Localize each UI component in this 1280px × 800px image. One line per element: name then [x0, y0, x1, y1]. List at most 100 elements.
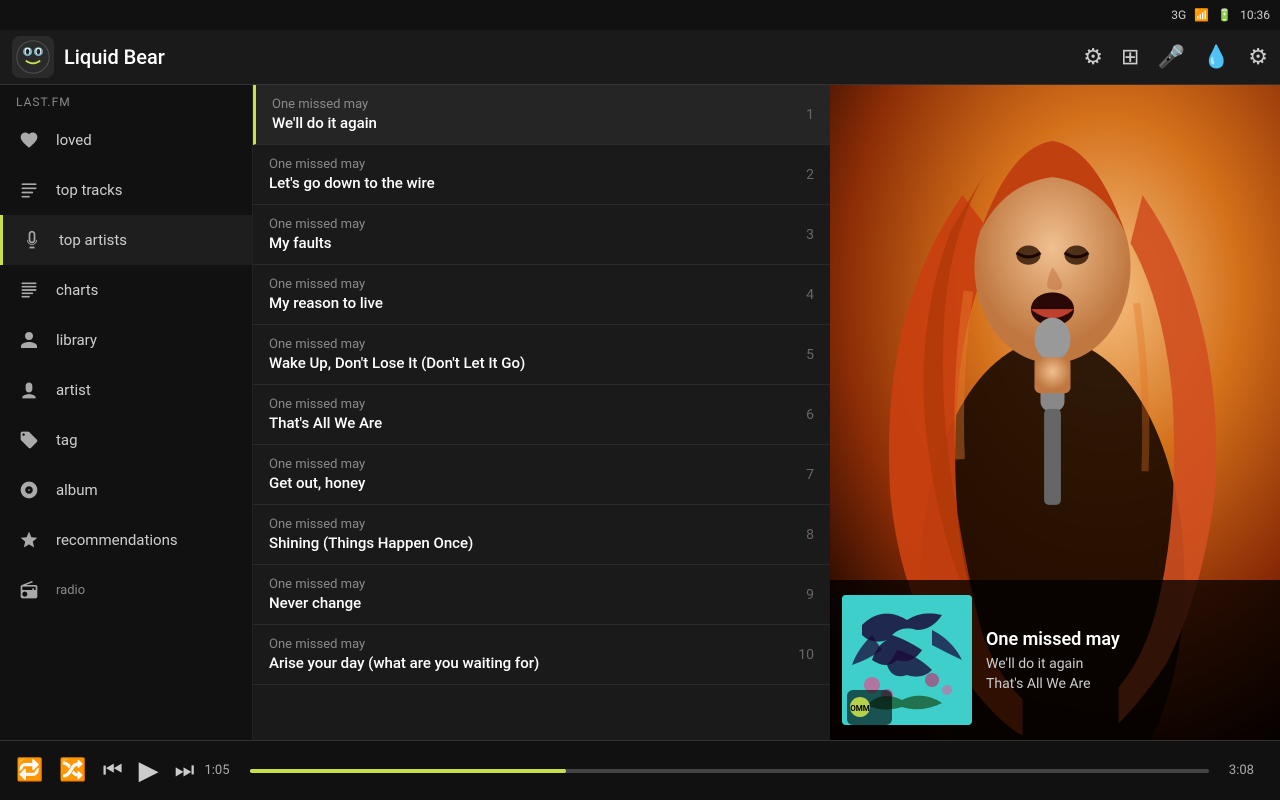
album-icon	[16, 477, 42, 503]
track-number: 10	[784, 647, 814, 663]
sidebar-tag-label: tag	[56, 431, 78, 449]
track-artist: One missed may	[269, 217, 784, 232]
progress-fill	[250, 769, 567, 773]
track-artist: One missed may	[269, 577, 784, 592]
sidebar-item-radio[interactable]: radio	[0, 565, 252, 615]
track-number: 4	[784, 287, 814, 303]
track-name: My reason to live	[269, 294, 784, 312]
bottom-bar: 🔁 🔀 ⏮ ▶ ⏭ 1:05 3:08	[0, 740, 1280, 800]
np-track2: That's All We Are	[986, 676, 1268, 692]
signal-bars: 📶	[1194, 8, 1209, 22]
sidebar-section-header: Last.fm	[0, 85, 252, 115]
track-row-7[interactable]: One missed may Get out, honey 7	[253, 445, 830, 505]
mic-icon[interactable]: 🎤	[1157, 45, 1184, 70]
track-number: 6	[784, 407, 814, 423]
np-info: One missed may We'll do it again That's …	[986, 629, 1268, 692]
track-row-9[interactable]: One missed may Never change 9	[253, 565, 830, 625]
track-name: Shining (Things Happen Once)	[269, 534, 784, 552]
header-icons: ⚙ ⊞ 🎤 💧 ⚙	[1083, 45, 1268, 70]
sidebar-item-artist[interactable]: artist	[0, 365, 252, 415]
track-info: One missed may Let's go down to the wire	[269, 157, 784, 192]
sidebar-item-top-artists[interactable]: top artists	[0, 215, 252, 265]
total-time: 3:08	[1229, 763, 1254, 778]
tag-icon	[16, 427, 42, 453]
sidebar-item-loved[interactable]: loved	[0, 115, 252, 165]
sidebar-item-recommendations[interactable]: recommendations	[0, 515, 252, 565]
sidebar: Last.fm loved top tracks top artists	[0, 85, 253, 740]
progress-bar[interactable]	[250, 769, 1209, 773]
prev-button[interactable]: ⏮	[103, 758, 123, 783]
track-info: One missed may My faults	[269, 217, 784, 252]
track-number: 3	[784, 227, 814, 243]
sidebar-top-artists-label: top artists	[59, 231, 127, 249]
track-name: Never change	[269, 594, 784, 612]
network-indicator: 3G	[1171, 8, 1186, 22]
track-info: One missed may We'll do it again	[272, 97, 784, 132]
sidebar-item-library[interactable]: library	[0, 315, 252, 365]
sidebar-item-charts[interactable]: charts	[0, 265, 252, 315]
clock: 10:36	[1240, 8, 1270, 22]
track-row-4[interactable]: One missed may My reason to live 4	[253, 265, 830, 325]
sidebar-item-tag[interactable]: tag	[0, 415, 252, 465]
track-name: My faults	[269, 234, 784, 252]
sidebar-radio-label: radio	[56, 583, 85, 598]
mic2-icon	[19, 227, 45, 253]
next-button[interactable]: ⏭	[175, 758, 195, 783]
app-logo	[12, 36, 54, 78]
album-art: OMM	[842, 595, 972, 725]
track-artist: One missed may	[269, 457, 784, 472]
track-list: One missed may We'll do it again 1 One m…	[253, 85, 830, 740]
circle-icon[interactable]: ⚙	[1083, 45, 1103, 70]
sidebar-item-top-tracks[interactable]: top tracks	[0, 165, 252, 215]
track-info: One missed may Arise your day (what are …	[269, 637, 784, 672]
track-row-8[interactable]: One missed may Shining (Things Happen On…	[253, 505, 830, 565]
track-name: We'll do it again	[272, 114, 784, 132]
app-title: Liquid Bear	[64, 45, 1083, 69]
track-number: 7	[784, 467, 814, 483]
track-info: One missed may Get out, honey	[269, 457, 784, 492]
tracks-icon	[16, 177, 42, 203]
track-row-5[interactable]: One missed may Wake Up, Don't Lose It (D…	[253, 325, 830, 385]
track-row-1[interactable]: One missed may We'll do it again 1	[253, 85, 830, 145]
track-number: 1	[784, 107, 814, 123]
shuffle-button[interactable]: 🔀	[59, 758, 86, 783]
track-name: Wake Up, Don't Lose It (Don't Let It Go)	[269, 354, 784, 372]
track-info: One missed may Shining (Things Happen On…	[269, 517, 784, 552]
sidebar-top-tracks-label: top tracks	[56, 181, 123, 199]
track-info: One missed may My reason to live	[269, 277, 784, 312]
track-name: Get out, honey	[269, 474, 784, 492]
track-row-2[interactable]: One missed may Let's go down to the wire…	[253, 145, 830, 205]
track-row-3[interactable]: One missed may My faults 3	[253, 205, 830, 265]
track-name: Let's go down to the wire	[269, 174, 784, 192]
track-info: One missed may That's All We Are	[269, 397, 784, 432]
header: Liquid Bear ⚙ ⊞ 🎤 💧 ⚙	[0, 30, 1280, 85]
battery-icon: 🔋	[1217, 8, 1232, 22]
sidebar-artist-label: artist	[56, 381, 91, 399]
track-artist: One missed may	[269, 637, 784, 652]
track-row-6[interactable]: One missed may That's All We Are 6	[253, 385, 830, 445]
track-info: One missed may Wake Up, Don't Lose It (D…	[269, 337, 784, 372]
sidebar-loved-label: loved	[56, 131, 92, 149]
play-button[interactable]: ▶	[139, 756, 159, 786]
np-track1: We'll do it again	[986, 656, 1268, 672]
charts-icon	[16, 277, 42, 303]
gear-icon[interactable]: ⚙	[1248, 45, 1268, 70]
track-number: 9	[784, 587, 814, 603]
track-row-10[interactable]: One missed may Arise your day (what are …	[253, 625, 830, 685]
artist-icon	[16, 377, 42, 403]
track-number: 5	[784, 347, 814, 363]
status-bar: 3G 📶 🔋 10:36	[0, 0, 1280, 30]
main-content: Last.fm loved top tracks top artists	[0, 85, 1280, 740]
player-controls: 🔁 🔀 ⏮ ▶ ⏭	[16, 756, 194, 786]
track-artist: One missed may	[269, 157, 784, 172]
track-number: 2	[784, 167, 814, 183]
track-artist: One missed may	[269, 517, 784, 532]
grid-icon[interactable]: ⊞	[1121, 45, 1139, 70]
drop-icon[interactable]: 💧	[1203, 45, 1230, 70]
repeat-button[interactable]: 🔁	[16, 758, 43, 783]
sidebar-item-album[interactable]: album	[0, 465, 252, 515]
now-playing-panel: OMM One missed may We'll do it again Tha…	[830, 580, 1280, 740]
radio-icon	[16, 577, 42, 603]
sidebar-library-label: library	[56, 331, 97, 349]
sidebar-album-label: album	[56, 481, 98, 499]
